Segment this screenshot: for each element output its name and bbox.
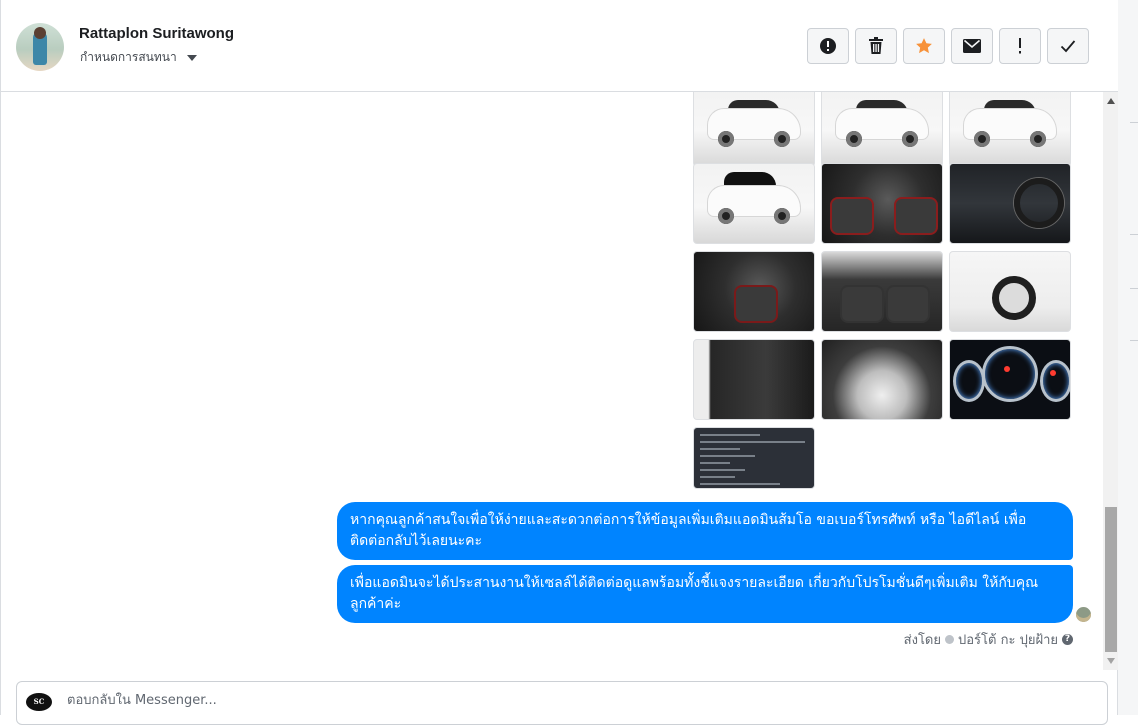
car-photo[interactable] xyxy=(821,163,943,244)
car-wheel xyxy=(974,131,990,147)
doc-line xyxy=(700,448,740,450)
trash-icon xyxy=(869,37,883,54)
page-logo: SC xyxy=(26,693,52,711)
warning-light xyxy=(1004,366,1010,372)
mark-important-button[interactable] xyxy=(999,28,1041,64)
sent-by-label: ส่งโดย xyxy=(903,633,941,648)
reply-composer: SC xyxy=(16,681,1108,725)
assign-conversation-dropdown[interactable]: กำหนดการสนทนา xyxy=(80,48,197,67)
report-spam-button[interactable] xyxy=(807,28,849,64)
gauge xyxy=(1040,360,1070,402)
mark-unread-button[interactable] xyxy=(951,28,993,64)
sent-by-info: ส่งโดย ปอร์โต้ กะ ปุยฝ้าย ? xyxy=(904,629,1073,650)
sent-by-name[interactable]: ปอร์โต้ กะ ปุยฝ้าย xyxy=(958,629,1058,650)
car-photo[interactable] xyxy=(821,251,943,332)
car-seat xyxy=(886,285,930,323)
avatar-head xyxy=(34,27,46,39)
doc-line xyxy=(700,476,735,478)
car-photo[interactable] xyxy=(821,92,943,167)
car-wheel xyxy=(846,131,862,147)
doc-line xyxy=(700,462,730,464)
conversation-toolbar xyxy=(807,28,1089,64)
car-wheel xyxy=(718,131,734,147)
thread-scrollbar[interactable] xyxy=(1103,92,1119,670)
car-photo[interactable] xyxy=(693,251,815,332)
envelope-icon xyxy=(963,39,981,53)
edge-tick xyxy=(1130,288,1138,289)
message-thread: หากคุณลูกค้าสนใจเพื่อให้ง่ายและสะดวกต่อก… xyxy=(1,92,1103,670)
car-seat xyxy=(830,197,874,235)
message-bubble[interactable]: หากคุณลูกค้าสนใจเพื่อให้ง่ายและสะดวกต่อก… xyxy=(337,502,1073,560)
steering-wheel xyxy=(1014,178,1064,228)
car-photo[interactable] xyxy=(693,92,815,167)
car-photo[interactable] xyxy=(821,339,943,420)
edge-tick xyxy=(1130,340,1138,341)
doc-line xyxy=(700,455,755,457)
doc-line xyxy=(700,441,805,443)
seen-avatar xyxy=(1076,607,1091,622)
car-wheel-rim xyxy=(992,276,1036,320)
scroll-down-arrow[interactable] xyxy=(1107,658,1115,664)
doc-line xyxy=(700,469,745,471)
car-seat xyxy=(894,197,938,235)
edge-tick xyxy=(1130,234,1138,235)
star-icon xyxy=(916,38,932,54)
mark-done-button[interactable] xyxy=(1047,28,1089,64)
alert-circle-icon xyxy=(820,38,836,54)
gauge xyxy=(982,346,1038,402)
message-bubble[interactable]: เพื่อแอดมินจะได้ประสานงานให้เซลล์ได้ติดต… xyxy=(337,565,1073,623)
document-photo[interactable] xyxy=(693,427,815,489)
scroll-up-arrow[interactable] xyxy=(1107,98,1115,104)
car-wheel xyxy=(1030,131,1046,147)
assign-label: กำหนดการสนทนา xyxy=(80,50,177,64)
help-icon[interactable]: ? xyxy=(1062,634,1073,645)
star-button[interactable] xyxy=(903,28,945,64)
car-seat xyxy=(840,285,884,323)
gauge xyxy=(953,360,985,402)
doc-line xyxy=(700,434,760,436)
exclamation-icon xyxy=(1019,38,1021,54)
page-icon xyxy=(945,635,954,644)
reply-input[interactable] xyxy=(65,692,969,709)
scrollbar-thumb[interactable] xyxy=(1105,507,1117,652)
car-wheel xyxy=(718,208,734,224)
doc-line xyxy=(700,483,780,485)
car-wheel xyxy=(774,131,790,147)
edge-tick xyxy=(1130,122,1138,123)
car-seat xyxy=(734,285,778,323)
inbox-panel: Rattaplon Suritawong กำหนดการสนทนา หากคุ… xyxy=(0,0,1119,725)
car-wheel xyxy=(902,131,918,147)
warning-light xyxy=(1050,370,1056,376)
car-photo[interactable] xyxy=(949,163,1071,244)
check-icon xyxy=(1060,40,1076,53)
car-photo[interactable] xyxy=(693,339,815,420)
conversation-header: Rattaplon Suritawong กำหนดการสนทนา xyxy=(1,0,1119,92)
car-photo[interactable] xyxy=(949,251,1071,332)
page-edge xyxy=(1118,0,1138,715)
contact-avatar[interactable] xyxy=(16,23,64,71)
delete-button[interactable] xyxy=(855,28,897,64)
car-wheel xyxy=(774,208,790,224)
contact-name[interactable]: Rattaplon Suritawong xyxy=(79,25,234,42)
car-photo[interactable] xyxy=(949,92,1071,167)
car-photo[interactable] xyxy=(693,163,815,244)
car-photo[interactable] xyxy=(949,339,1071,420)
caret-down-icon xyxy=(186,54,197,61)
